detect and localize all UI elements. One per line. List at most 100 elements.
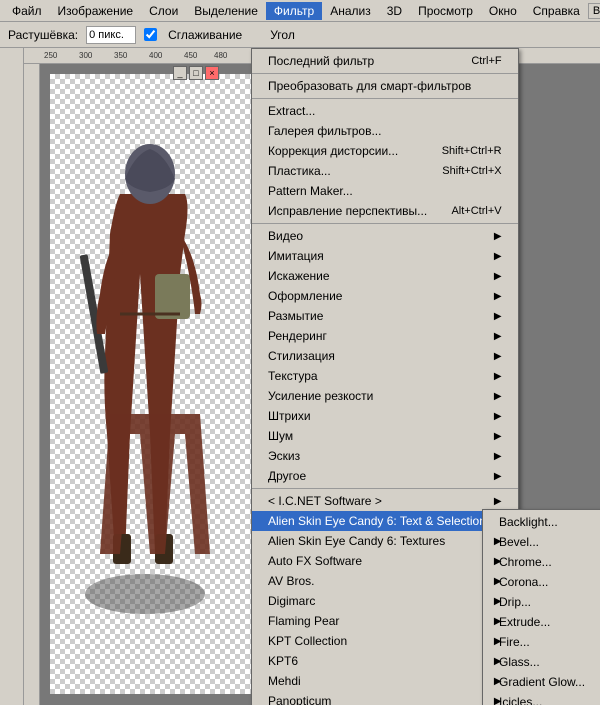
filter-icnet-label: < I.C.NET Software > bbox=[268, 494, 382, 508]
badge-br[interactable]: Br bbox=[588, 3, 600, 19]
sep2 bbox=[252, 98, 518, 99]
filter-mehdi-label: Mehdi bbox=[268, 674, 301, 688]
filter-texture[interactable]: Текстура ▶ bbox=[252, 366, 518, 386]
filter-last[interactable]: Последний фильтр Ctrl+F bbox=[252, 51, 518, 71]
filter-last-label: Последний фильтр bbox=[268, 54, 374, 68]
arrow-texture: ▶ bbox=[494, 371, 502, 382]
arrow-panopticum: ▶ bbox=[494, 696, 502, 705]
arrow-stylize: ▶ bbox=[494, 351, 502, 362]
menu-item-selection[interactable]: Выделение bbox=[186, 2, 266, 20]
menu-item-view[interactable]: Просмотр bbox=[410, 2, 481, 20]
filter-video-label: Видео bbox=[268, 229, 303, 243]
arrow-kpt-coll: ▶ bbox=[494, 636, 502, 647]
angle-label: Угол bbox=[270, 28, 295, 42]
filter-sharpen-label: Усиление резкости bbox=[268, 389, 373, 403]
arrow-strokes: ▶ bbox=[494, 411, 502, 422]
filter-video[interactable]: Видео ▶ bbox=[252, 226, 518, 246]
filter-perspective-label: Исправление перспективы... bbox=[268, 204, 427, 218]
filter-style[interactable]: Оформление ▶ bbox=[252, 286, 518, 306]
arrow-noise: ▶ bbox=[494, 431, 502, 442]
arrow-render: ▶ bbox=[494, 331, 502, 342]
filter-other[interactable]: Другое ▶ bbox=[252, 466, 518, 486]
arrow-kpt6: ▶ bbox=[494, 656, 502, 667]
filter-kpt6[interactable]: KPT6 ▶ bbox=[252, 651, 518, 671]
filter-smart-label: Преобразовать для смарт-фильтров bbox=[268, 79, 471, 93]
filter-pattern-label: Pattern Maker... bbox=[268, 184, 353, 198]
filter-sketch[interactable]: Эскиз ▶ bbox=[252, 446, 518, 466]
menu-item-layers[interactable]: Слои bbox=[141, 2, 186, 20]
filter-flaming[interactable]: Flaming Pear ▶ bbox=[252, 611, 518, 631]
filter-digimarc[interactable]: Digimarc ▶ bbox=[252, 591, 518, 611]
filter-liquify-label: Пластика... bbox=[268, 164, 331, 178]
sub-backlight[interactable]: Backlight... bbox=[483, 512, 600, 532]
arrow-video: ▶ bbox=[494, 231, 502, 242]
filter-imitation-label: Имитация bbox=[268, 249, 324, 263]
filter-gallery[interactable]: Галерея фильтров... bbox=[252, 121, 518, 141]
minimize-button[interactable]: _ bbox=[173, 66, 187, 80]
filter-perspective[interactable]: Исправление перспективы... Alt+Ctrl+V bbox=[252, 201, 518, 221]
arrow-distort: ▶ bbox=[494, 271, 502, 282]
smooth-label: Сглаживание bbox=[168, 28, 242, 42]
smooth-checkbox[interactable] bbox=[144, 28, 157, 41]
character-image bbox=[55, 74, 255, 654]
filter-imitation[interactable]: Имитация ▶ bbox=[252, 246, 518, 266]
filter-sketch-label: Эскиз bbox=[268, 449, 300, 463]
filter-blur-label: Размытие bbox=[268, 309, 323, 323]
filter-noise[interactable]: Шум ▶ bbox=[252, 426, 518, 446]
filter-alien-ts-label: Alien Skin Eye Candy 6: Text & Selection bbox=[268, 514, 486, 528]
filter-extract-label: Extract... bbox=[268, 104, 315, 118]
filter-strokes-label: Штрихи bbox=[268, 409, 311, 423]
filter-avbros[interactable]: AV Bros. ▶ bbox=[252, 571, 518, 591]
arrow-autofx: ▶ bbox=[494, 556, 502, 567]
feather-input[interactable] bbox=[86, 26, 136, 44]
menu-item-help[interactable]: Справка bbox=[525, 2, 588, 20]
filter-sharpen[interactable]: Усиление резкости ▶ bbox=[252, 386, 518, 406]
menu-bar-right: Br Mb bbox=[588, 3, 600, 19]
filter-alien-tex-label: Alien Skin Eye Candy 6: Textures bbox=[268, 534, 445, 548]
arrow-digimarc: ▶ bbox=[494, 596, 502, 607]
menu-item-analysis[interactable]: Анализ bbox=[322, 2, 379, 20]
filter-alien-tex[interactable]: Alien Skin Eye Candy 6: Textures ▶ bbox=[252, 531, 518, 551]
menu-item-file[interactable]: Файл bbox=[4, 2, 50, 20]
filter-pattern[interactable]: Pattern Maker... bbox=[252, 181, 518, 201]
arrow-alien-tex: ▶ bbox=[494, 536, 502, 547]
toolbar: Растушёвка: Сглаживание Угол bbox=[0, 22, 600, 48]
filter-smart[interactable]: Преобразовать для смарт-фильтров bbox=[252, 76, 518, 96]
filter-blur[interactable]: Размытие ▶ bbox=[252, 306, 518, 326]
window-controls: _ □ × bbox=[172, 66, 219, 80]
filter-stylize[interactable]: Стилизация ▶ bbox=[252, 346, 518, 366]
filter-menu: Последний фильтр Ctrl+F Преобразовать дл… bbox=[251, 48, 519, 705]
filter-distort-label: Искажение bbox=[268, 269, 330, 283]
menu-item-image[interactable]: Изображение bbox=[50, 2, 142, 20]
filter-kpt6-label: KPT6 bbox=[268, 654, 298, 668]
filter-distortion-label: Коррекция дисторсии... bbox=[268, 144, 398, 158]
filter-distortion[interactable]: Коррекция дисторсии... Shift+Ctrl+R bbox=[252, 141, 518, 161]
filter-extract[interactable]: Extract... bbox=[252, 101, 518, 121]
filter-mehdi[interactable]: Mehdi ▶ bbox=[252, 671, 518, 691]
filter-panopticum[interactable]: Panopticum ▶ bbox=[252, 691, 518, 705]
sep4 bbox=[252, 488, 518, 489]
canvas-background bbox=[50, 74, 265, 694]
filter-perspective-shortcut: Alt+Ctrl+V bbox=[451, 205, 501, 217]
filter-alien-ts[interactable]: Alien Skin Eye Candy 6: Text & Selection… bbox=[252, 511, 518, 531]
filter-render[interactable]: Рендеринг ▶ bbox=[252, 326, 518, 346]
filter-distort[interactable]: Искажение ▶ bbox=[252, 266, 518, 286]
filter-other-label: Другое bbox=[268, 469, 306, 483]
filter-autofx[interactable]: Auto FX Software ▶ bbox=[252, 551, 518, 571]
maximize-button[interactable]: □ bbox=[189, 66, 203, 80]
filter-avbros-label: AV Bros. bbox=[268, 574, 314, 588]
tool-panel bbox=[0, 48, 24, 705]
menu-item-window[interactable]: Окно bbox=[481, 2, 525, 20]
close-button[interactable]: × bbox=[205, 66, 219, 80]
filter-icnet[interactable]: < I.C.NET Software > ▶ bbox=[252, 491, 518, 511]
menu-item-filter[interactable]: Фильтр bbox=[266, 2, 322, 20]
filter-strokes[interactable]: Штрихи ▶ bbox=[252, 406, 518, 426]
arrow-mehdi: ▶ bbox=[494, 676, 502, 687]
menu-item-3d[interactable]: 3D bbox=[379, 2, 410, 20]
arrow-other: ▶ bbox=[494, 471, 502, 482]
filter-kpt-coll[interactable]: KPT Collection ▶ bbox=[252, 631, 518, 651]
sep1 bbox=[252, 73, 518, 74]
filter-digimarc-label: Digimarc bbox=[268, 594, 315, 608]
arrow-icnet: ▶ bbox=[494, 496, 502, 507]
filter-liquify[interactable]: Пластика... Shift+Ctrl+X bbox=[252, 161, 518, 181]
